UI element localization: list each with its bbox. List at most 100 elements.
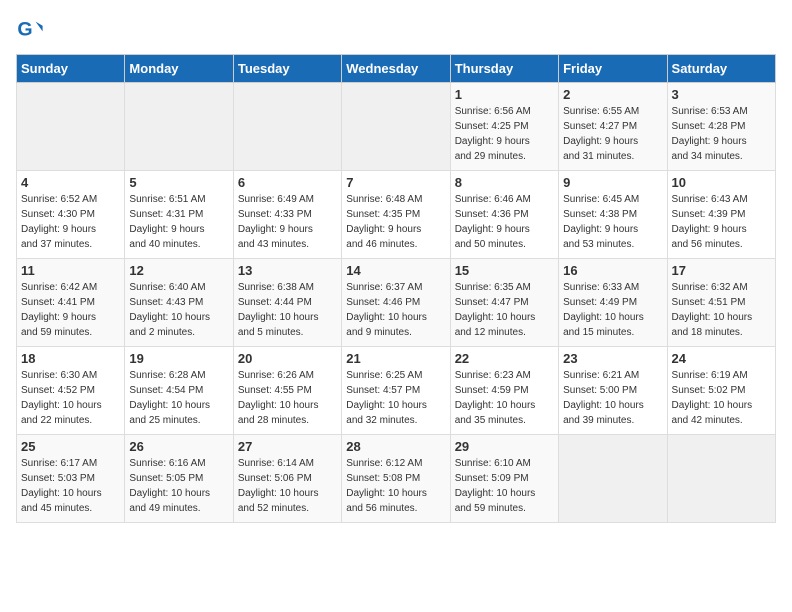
- day-info: Sunrise: 6:53 AM Sunset: 4:28 PM Dayligh…: [672, 104, 771, 164]
- day-info: Sunrise: 6:55 AM Sunset: 4:27 PM Dayligh…: [563, 104, 662, 164]
- day-info: Sunrise: 6:28 AM Sunset: 4:54 PM Dayligh…: [129, 368, 228, 428]
- day-number: 16: [563, 263, 662, 278]
- day-number: 13: [238, 263, 337, 278]
- day-number: 24: [672, 351, 771, 366]
- day-number: 4: [21, 175, 120, 190]
- logo: G: [16, 16, 46, 44]
- calendar-cell: 5 Sunrise: 6:51 AM Sunset: 4:31 PM Daylig…: [125, 171, 233, 259]
- calendar-cell: 20Sunrise: 6:26 AM Sunset: 4:55 PM Dayli…: [233, 347, 341, 435]
- calendar-week-row: 11Sunrise: 6:42 AM Sunset: 4:41 PM Dayli…: [17, 259, 776, 347]
- day-info: Sunrise: 6:51 AM Sunset: 4:31 PM Dayligh…: [129, 192, 228, 252]
- calendar-cell: 22 Sunrise: 6:23 AM Sunset: 4:59 PM Dayli…: [450, 347, 558, 435]
- day-info: Sunrise: 6:32 AM Sunset: 4:51 PM Dayligh…: [672, 280, 771, 340]
- day-number: 1: [455, 87, 554, 102]
- calendar-cell: 24 Sunrise: 6:19 AM Sunset: 5:02 PM Dayli…: [667, 347, 775, 435]
- day-info: Sunrise: 6:33 AM Sunset: 4:49 PM Dayligh…: [563, 280, 662, 340]
- day-info: Sunrise: 6:10 AM Sunset: 5:09 PM Dayligh…: [455, 456, 554, 516]
- col-header-saturday: Saturday: [667, 55, 775, 83]
- calendar-cell: 14 Sunrise: 6:37 AM Sunset: 4:46 PM Dayli…: [342, 259, 450, 347]
- calendar-cell: [342, 83, 450, 171]
- calendar-cell: [17, 83, 125, 171]
- calendar-cell: 12Sunrise: 6:40 AM Sunset: 4:43 PM Dayli…: [125, 259, 233, 347]
- day-number: 17: [672, 263, 771, 278]
- day-number: 5: [129, 175, 228, 190]
- calendar-body: 1 Sunrise: 6:56 AM Sunset: 4:25 PM Daylig…: [17, 83, 776, 523]
- svg-text:G: G: [17, 19, 32, 41]
- day-info: Sunrise: 6:21 AM Sunset: 5:00 PM Dayligh…: [563, 368, 662, 428]
- day-number: 20: [238, 351, 337, 366]
- calendar-cell: 11Sunrise: 6:42 AM Sunset: 4:41 PM Dayli…: [17, 259, 125, 347]
- calendar-cell: 21 Sunrise: 6:25 AM Sunset: 4:57 PM Dayli…: [342, 347, 450, 435]
- day-number: 21: [346, 351, 445, 366]
- day-info: Sunrise: 6:46 AM Sunset: 4:36 PM Dayligh…: [455, 192, 554, 252]
- calendar-table: SundayMondayTuesdayWednesdayThursdayFrid…: [16, 54, 776, 523]
- calendar-cell: 29 Sunrise: 6:10 AM Sunset: 5:09 PM Dayli…: [450, 435, 558, 523]
- calendar-cell: 17 Sunrise: 6:32 AM Sunset: 4:51 PM Dayli…: [667, 259, 775, 347]
- calendar-cell: [233, 83, 341, 171]
- day-info: Sunrise: 6:19 AM Sunset: 5:02 PM Dayligh…: [672, 368, 771, 428]
- calendar-header-row: SundayMondayTuesdayWednesdayThursdayFrid…: [17, 55, 776, 83]
- calendar-cell: 1 Sunrise: 6:56 AM Sunset: 4:25 PM Daylig…: [450, 83, 558, 171]
- day-number: 11: [21, 263, 120, 278]
- day-number: 27: [238, 439, 337, 454]
- calendar-cell: 4 Sunrise: 6:52 AM Sunset: 4:30 PM Daylig…: [17, 171, 125, 259]
- day-info: Sunrise: 6:45 AM Sunset: 4:38 PM Dayligh…: [563, 192, 662, 252]
- day-number: 23: [563, 351, 662, 366]
- day-info: Sunrise: 6:49 AM Sunset: 4:33 PM Dayligh…: [238, 192, 337, 252]
- day-number: 9: [563, 175, 662, 190]
- day-number: 14: [346, 263, 445, 278]
- calendar-cell: 8 Sunrise: 6:46 AM Sunset: 4:36 PM Daylig…: [450, 171, 558, 259]
- calendar-cell: 10 Sunrise: 6:43 AM Sunset: 4:39 PM Dayli…: [667, 171, 775, 259]
- calendar-cell: 16 Sunrise: 6:33 AM Sunset: 4:49 PM Dayli…: [559, 259, 667, 347]
- day-number: 10: [672, 175, 771, 190]
- day-info: Sunrise: 6:17 AM Sunset: 5:03 PM Dayligh…: [21, 456, 120, 516]
- calendar-cell: 2 Sunrise: 6:55 AM Sunset: 4:27 PM Daylig…: [559, 83, 667, 171]
- calendar-week-row: 18 Sunrise: 6:30 AM Sunset: 4:52 PM Dayli…: [17, 347, 776, 435]
- day-info: Sunrise: 6:30 AM Sunset: 4:52 PM Dayligh…: [21, 368, 120, 428]
- day-number: 15: [455, 263, 554, 278]
- calendar-cell: 19 Sunrise: 6:28 AM Sunset: 4:54 PM Dayli…: [125, 347, 233, 435]
- day-info: Sunrise: 6:12 AM Sunset: 5:08 PM Dayligh…: [346, 456, 445, 516]
- day-number: 19: [129, 351, 228, 366]
- day-number: 29: [455, 439, 554, 454]
- calendar-week-row: 25Sunrise: 6:17 AM Sunset: 5:03 PM Dayli…: [17, 435, 776, 523]
- col-header-sunday: Sunday: [17, 55, 125, 83]
- day-info: Sunrise: 6:52 AM Sunset: 4:30 PM Dayligh…: [21, 192, 120, 252]
- day-info: Sunrise: 6:35 AM Sunset: 4:47 PM Dayligh…: [455, 280, 554, 340]
- calendar-cell: 23 Sunrise: 6:21 AM Sunset: 5:00 PM Dayli…: [559, 347, 667, 435]
- day-info: Sunrise: 6:25 AM Sunset: 4:57 PM Dayligh…: [346, 368, 445, 428]
- day-number: 22: [455, 351, 554, 366]
- calendar-cell: [559, 435, 667, 523]
- calendar-cell: 15 Sunrise: 6:35 AM Sunset: 4:47 PM Dayli…: [450, 259, 558, 347]
- col-header-friday: Friday: [559, 55, 667, 83]
- col-header-tuesday: Tuesday: [233, 55, 341, 83]
- day-info: Sunrise: 6:37 AM Sunset: 4:46 PM Dayligh…: [346, 280, 445, 340]
- day-number: 8: [455, 175, 554, 190]
- calendar-cell: 26Sunrise: 6:16 AM Sunset: 5:05 PM Dayli…: [125, 435, 233, 523]
- day-info: Sunrise: 6:43 AM Sunset: 4:39 PM Dayligh…: [672, 192, 771, 252]
- day-number: 18: [21, 351, 120, 366]
- day-number: 12: [129, 263, 228, 278]
- logo-icon: G: [16, 16, 44, 44]
- day-number: 2: [563, 87, 662, 102]
- col-header-thursday: Thursday: [450, 55, 558, 83]
- day-info: Sunrise: 6:48 AM Sunset: 4:35 PM Dayligh…: [346, 192, 445, 252]
- day-number: 7: [346, 175, 445, 190]
- calendar-week-row: 4 Sunrise: 6:52 AM Sunset: 4:30 PM Daylig…: [17, 171, 776, 259]
- page-header: G: [16, 16, 776, 44]
- calendar-cell: [125, 83, 233, 171]
- day-number: 28: [346, 439, 445, 454]
- day-info: Sunrise: 6:56 AM Sunset: 4:25 PM Dayligh…: [455, 104, 554, 164]
- day-info: Sunrise: 6:14 AM Sunset: 5:06 PM Dayligh…: [238, 456, 337, 516]
- calendar-cell: 27 Sunrise: 6:14 AM Sunset: 5:06 PM Dayli…: [233, 435, 341, 523]
- day-number: 26: [129, 439, 228, 454]
- day-number: 3: [672, 87, 771, 102]
- calendar-cell: 28 Sunrise: 6:12 AM Sunset: 5:08 PM Dayli…: [342, 435, 450, 523]
- calendar-cell: 25Sunrise: 6:17 AM Sunset: 5:03 PM Dayli…: [17, 435, 125, 523]
- calendar-cell: 18 Sunrise: 6:30 AM Sunset: 4:52 PM Dayli…: [17, 347, 125, 435]
- day-number: 6: [238, 175, 337, 190]
- calendar-cell: 6 Sunrise: 6:49 AM Sunset: 4:33 PM Daylig…: [233, 171, 341, 259]
- col-header-wednesday: Wednesday: [342, 55, 450, 83]
- day-info: Sunrise: 6:23 AM Sunset: 4:59 PM Dayligh…: [455, 368, 554, 428]
- calendar-cell: 3 Sunrise: 6:53 AM Sunset: 4:28 PM Daylig…: [667, 83, 775, 171]
